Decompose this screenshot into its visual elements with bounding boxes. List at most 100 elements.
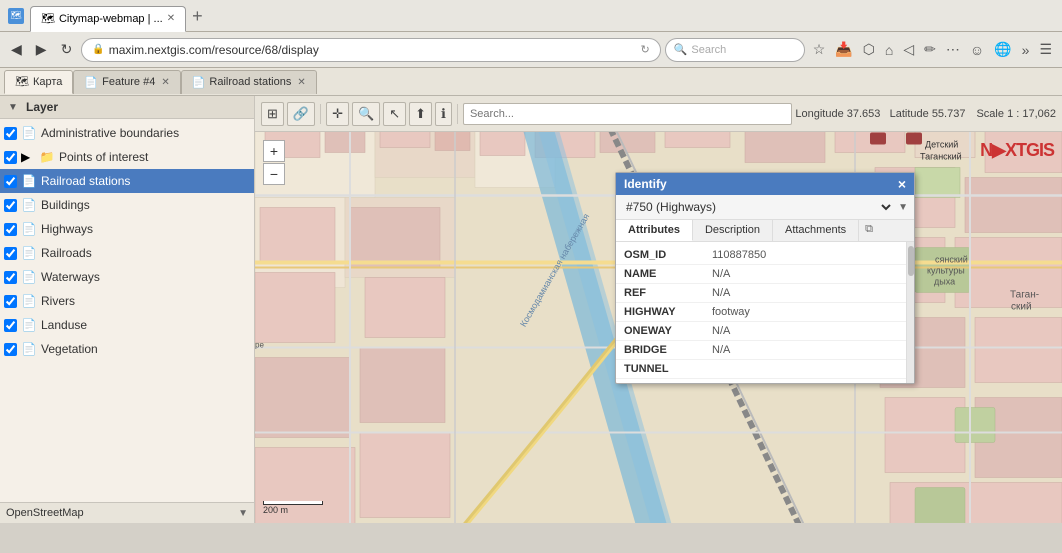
identify-val-name: N/A <box>712 268 730 280</box>
identify-tool-btn[interactable]: ↖ <box>383 102 406 126</box>
apps-btn[interactable]: ⬡ <box>859 39 879 60</box>
identify-close-btn[interactable]: × <box>898 177 906 191</box>
zoom-controls: + − <box>263 140 285 185</box>
identify-key-ref: REF <box>624 287 704 299</box>
app-tab-bar: 🗺 Карта 📄 Feature #4 ✕ 📄 Railroad statio… <box>0 68 1062 96</box>
layer-label-waterways: Waterways <box>41 270 100 284</box>
sidebar-dropdown-icon[interactable]: ▼ <box>238 508 248 519</box>
layer-label-rivers: Rivers <box>41 294 75 308</box>
identify-tab-attributes[interactable]: Attributes <box>616 220 693 241</box>
nextgis-logo: N▶XTGIS <box>980 140 1054 161</box>
layer-item-admin[interactable]: 📄 Administrative boundaries <box>0 121 254 145</box>
tab-close-btn[interactable]: ✕ <box>167 13 175 24</box>
back2-btn[interactable]: ◁ <box>899 39 918 60</box>
zoom-tool-btn[interactable]: 🔍 <box>352 102 380 126</box>
identify-key-bridge: BRIDGE <box>624 344 704 356</box>
layer-icon-waterways: 📄 <box>21 269 37 285</box>
layer-checkbox-vegetation[interactable] <box>4 343 17 356</box>
identify-key-oneway: ONEWAY <box>624 325 704 337</box>
svg-text:сянский: сянский <box>935 255 968 265</box>
layer-checkbox-highways[interactable] <box>4 223 17 236</box>
download-btn[interactable]: 📥 <box>831 39 856 60</box>
layer-item-railstations[interactable]: 📄 Railroad stations <box>0 169 254 193</box>
zoom-out-btn[interactable]: − <box>263 163 285 185</box>
back-button[interactable]: ◀ <box>6 39 27 60</box>
toolbar-sep-2 <box>457 104 458 124</box>
railstations-tab-icon: 📄 <box>192 76 206 89</box>
layer-checkbox-landuse[interactable] <box>4 319 17 332</box>
app-tab-railstations[interactable]: 📄 Railroad stations ✕ <box>181 70 317 94</box>
refresh-button[interactable]: ↻ <box>56 39 78 60</box>
scale-bar-label: 200 m <box>263 505 288 515</box>
address-bar[interactable]: 🔒 maxim.nextgis.com/resource/68/display … <box>81 38 660 62</box>
scale-value: 1 : 17,062 <box>1007 108 1056 120</box>
more-btn[interactable]: ⋯ <box>942 39 964 60</box>
identify-tab-description[interactable]: Description <box>693 220 773 241</box>
identify-tabs: Attributes Description Attachments ⧉ <box>616 220 914 242</box>
svg-text:культуры: культуры <box>927 266 965 276</box>
railstations-tab-close[interactable]: ✕ <box>297 77 305 88</box>
grid-tool-btn[interactable]: ⊞ <box>261 102 284 126</box>
svg-text:ский: ский <box>1011 302 1032 313</box>
layer-label-railroads: Railroads <box>41 246 92 260</box>
identify-scrollbar-thumb <box>908 246 914 276</box>
map-search-input[interactable] <box>463 103 792 125</box>
layer-checkbox-railroads[interactable] <box>4 247 17 260</box>
layer-item-landuse[interactable]: 📄 Landuse <box>0 313 254 337</box>
layer-label-vegetation: Vegetation <box>41 342 98 356</box>
bookmark-btn[interactable]: ☆ <box>809 39 830 60</box>
layer-checkbox-rivers[interactable] <box>4 295 17 308</box>
layer-expand-icon[interactable]: ▼ <box>8 102 22 113</box>
layer-icon-railroads: 📄 <box>21 245 37 261</box>
layer-item-railroads[interactable]: 📄 Railroads <box>0 241 254 265</box>
layer-item-waterways[interactable]: 📄 Waterways <box>0 265 254 289</box>
layer-expand-poi[interactable]: ▶ <box>21 150 35 164</box>
browser-titlebar: 🗺 🗺 Citymap-webmap | ... ✕ + <box>0 0 1062 32</box>
browser-tab-active[interactable]: 🗺 Citymap-webmap | ... ✕ <box>30 6 186 32</box>
export-tool-btn[interactable]: ⬆ <box>409 102 432 126</box>
browser-tab-area: 🗺 Citymap-webmap | ... ✕ + <box>30 1 1054 31</box>
identify-key-osmid: OSM_ID <box>624 249 704 261</box>
pen-btn[interactable]: ✏ <box>920 39 940 60</box>
svg-text:ре: ре <box>255 341 264 350</box>
globe-btn[interactable]: 🌐 <box>990 39 1015 60</box>
overflow-btn[interactable]: » <box>1018 40 1034 60</box>
app-tab-map[interactable]: 🗺 Карта <box>4 70 73 94</box>
layer-item-rivers[interactable]: 📄 Rivers <box>0 289 254 313</box>
identify-key-name: NAME <box>624 268 704 280</box>
map-tab-icon: 🗺 <box>15 75 29 88</box>
identify-tab-copy[interactable]: ⧉ <box>859 220 879 241</box>
layer-item-poi[interactable]: ▶ 📁 Points of interest <box>0 145 254 169</box>
feature-tab-close[interactable]: ✕ <box>161 77 169 88</box>
layer-icon-vegetation: 📄 <box>21 341 37 357</box>
pan-tool-btn[interactable]: ✛ <box>326 102 349 126</box>
layer-checkbox-admin[interactable] <box>4 127 17 140</box>
layer-checkbox-poi[interactable] <box>4 151 17 164</box>
identify-scrollbar[interactable] <box>906 242 914 383</box>
layer-item-vegetation[interactable]: 📄 Vegetation <box>0 337 254 361</box>
layer-checkbox-waterways[interactable] <box>4 271 17 284</box>
new-tab-button[interactable]: + <box>186 6 209 27</box>
layer-item-highways[interactable]: 📄 Highways <box>0 217 254 241</box>
home-btn[interactable]: ⌂ <box>881 40 897 60</box>
layer-icon-landuse: 📄 <box>21 317 37 333</box>
identify-val-highway: footway <box>712 306 750 318</box>
menu-btn[interactable]: ☰ <box>1035 39 1056 60</box>
link-tool-btn[interactable]: 🔗 <box>287 102 315 126</box>
identify-row-osmid: OSM_ID 110887850 <box>616 246 906 265</box>
info-tool-btn[interactable]: ℹ <box>435 102 452 126</box>
layer-icon-poi: 📁 <box>39 149 55 165</box>
app-tab-feature[interactable]: 📄 Feature #4 ✕ <box>73 70 180 94</box>
layer-checkbox-buildings[interactable] <box>4 199 17 212</box>
layer-checkbox-railstations[interactable] <box>4 175 17 188</box>
forward-button[interactable]: ▶ <box>31 39 52 60</box>
zoom-in-btn[interactable]: + <box>263 140 285 162</box>
identify-row-name: NAME N/A <box>616 265 906 284</box>
emoji-btn[interactable]: ☺ <box>966 40 988 60</box>
identify-feature-select[interactable]: #750 (Highways) <box>622 199 894 215</box>
search-box[interactable]: 🔍 Search <box>665 38 805 62</box>
layer-item-buildings[interactable]: 📄 Buildings <box>0 193 254 217</box>
identify-tab-attachments[interactable]: Attachments <box>773 220 859 241</box>
identify-key-tunnel: TUNNEL <box>624 363 704 375</box>
map-area[interactable]: Космодамианская набережная Детский Таган… <box>255 132 1062 523</box>
